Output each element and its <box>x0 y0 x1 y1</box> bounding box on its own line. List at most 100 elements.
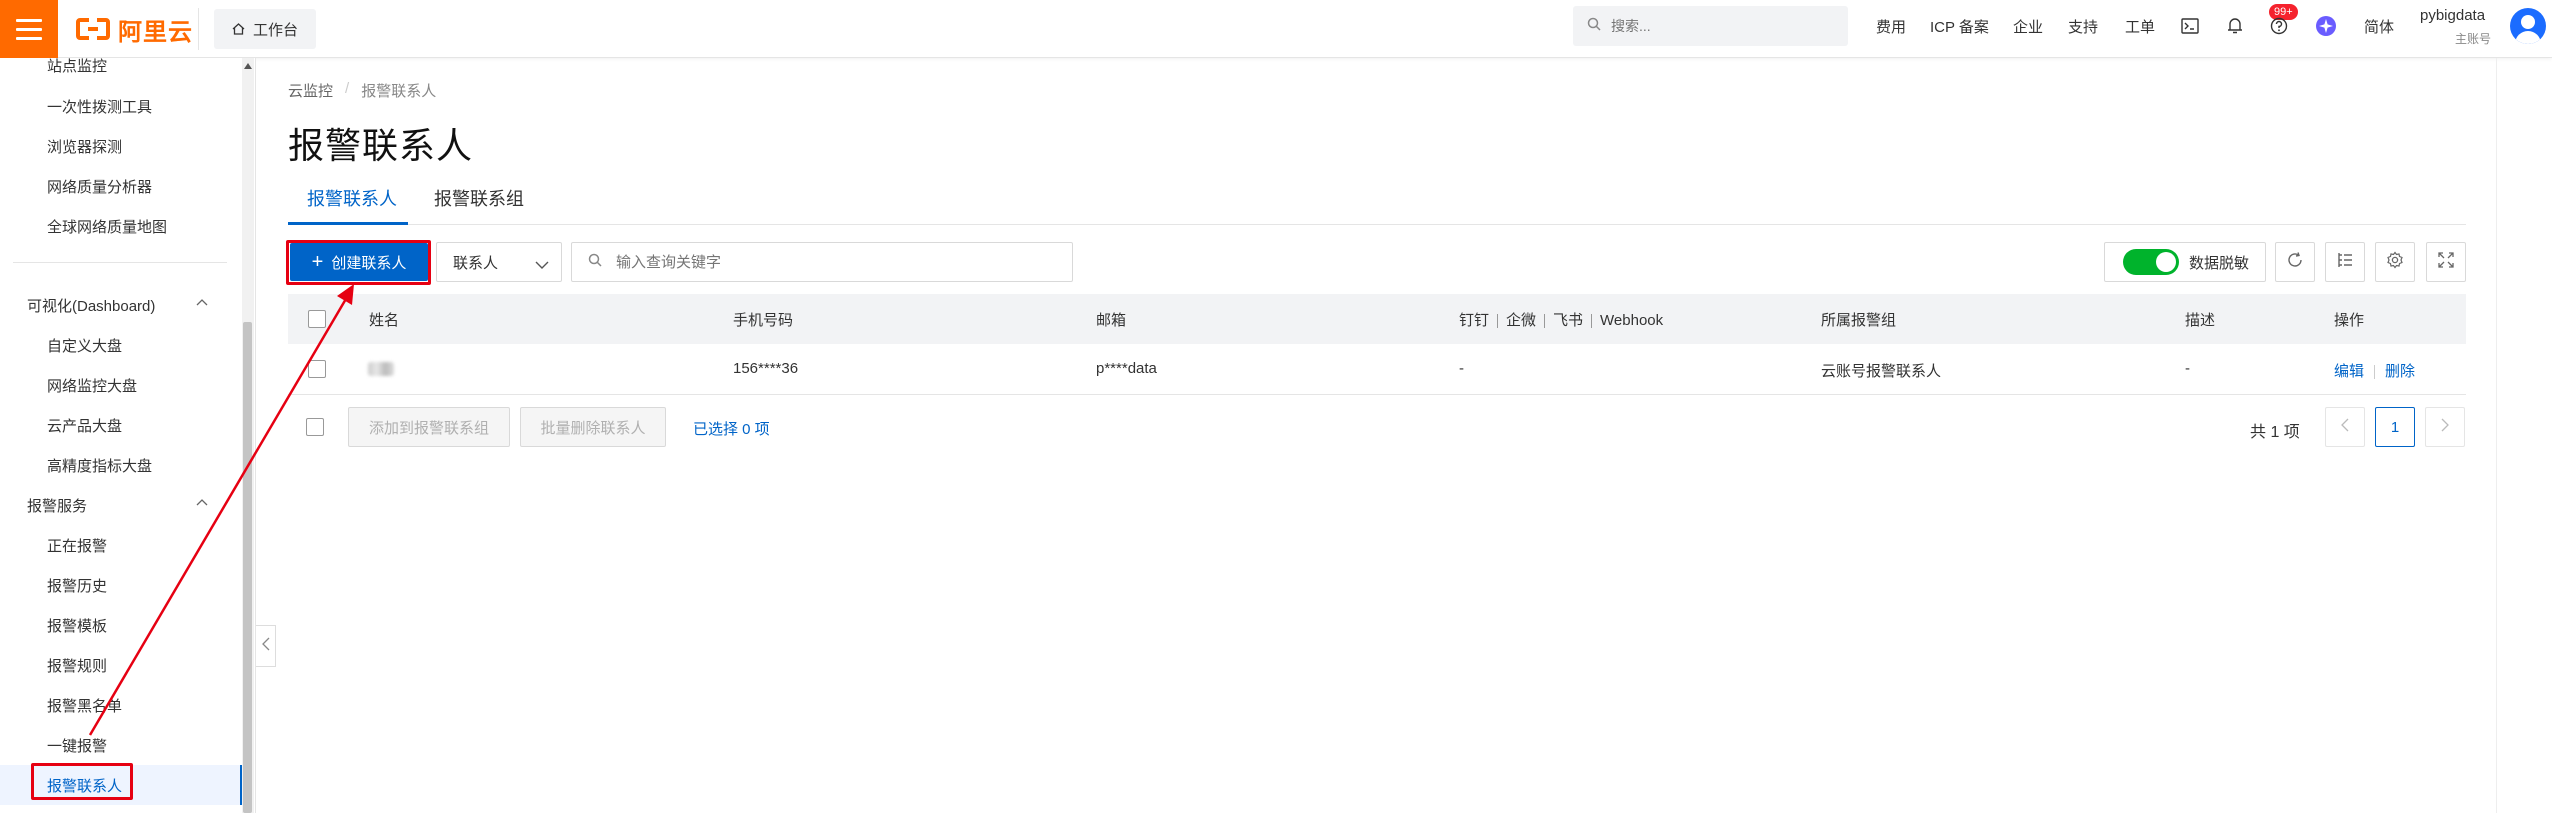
top-link-ticket[interactable]: 工单 <box>2125 16 2155 37</box>
aliyun-logo[interactable]: 阿里云 <box>76 13 193 46</box>
channel-dingtalk: 钉钉 <box>1459 312 1490 329</box>
table-header: 姓名 手机号码 邮箱 钉钉 企微 飞书 Webhook 所属报警组 描述 操作 <box>288 294 2466 344</box>
sidebar: 站点监控 一次性拨测工具 浏览器探测 网络质量分析器 全球网络质量地图 可视化(… <box>0 58 256 813</box>
global-search-input[interactable] <box>1611 18 1821 34</box>
divider <box>198 8 199 50</box>
footer-select-all-checkbox[interactable] <box>306 418 324 436</box>
sidebar-item-cloud-product-dashboard[interactable]: 云产品大盘 <box>47 415 122 436</box>
cell-channels: - <box>1459 360 1464 377</box>
data-masking-label: 数据脱敏 <box>2189 254 2250 272</box>
column-header-channels: 钉钉 企微 飞书 Webhook <box>1459 309 1663 330</box>
ai-assistant-icon[interactable] <box>2315 15 2337 37</box>
top-link-billing[interactable]: 费用 <box>1876 16 1906 37</box>
sidebar-item-alarm-rules[interactable]: 报警规则 <box>47 655 107 676</box>
column-header-operations: 操作 <box>2334 312 2365 329</box>
sidebar-item-network-analyzer[interactable]: 网络质量分析器 <box>47 176 152 197</box>
edit-link[interactable]: 编辑 <box>2334 363 2364 380</box>
chevron-right-icon <box>2441 418 2449 436</box>
data-masking-toggle[interactable]: 数据脱敏 <box>2104 242 2266 282</box>
channel-separator <box>1591 314 1593 329</box>
contact-search-input[interactable] <box>616 253 1056 271</box>
select-all-checkbox[interactable] <box>308 310 326 328</box>
user-role: 主账号 <box>2455 32 2492 46</box>
page-button-current[interactable]: 1 <box>2375 407 2415 447</box>
cell-phone: 156****36 <box>733 360 799 377</box>
column-settings-button[interactable] <box>2325 242 2365 282</box>
aliyun-logo-mark <box>76 17 110 41</box>
avatar-icon[interactable] <box>2510 8 2546 44</box>
breadcrumb-item-current: 报警联系人 <box>361 83 437 100</box>
hamburger-menu-icon[interactable] <box>0 0 58 58</box>
help-icon[interactable] <box>2268 15 2290 37</box>
contact-search[interactable] <box>571 242 1073 282</box>
fullscreen-button[interactable] <box>2426 242 2466 282</box>
language-switch[interactable]: 简体 <box>2364 16 2394 37</box>
toggle-switch[interactable] <box>2123 249 2179 275</box>
sidebar-item-one-click-alarm[interactable]: 一键报警 <box>47 735 107 756</box>
sidebar-item-high-precision-dashboard[interactable]: 高精度指标大盘 <box>47 455 152 476</box>
next-page-button[interactable] <box>2425 407 2465 447</box>
chevron-left-icon <box>2341 418 2349 436</box>
gear-icon <box>2386 251 2404 273</box>
sidebar-item-alarm-blacklist[interactable]: 报警黑名单 <box>47 695 122 716</box>
home-icon <box>232 23 245 35</box>
sidebar-collapse-button[interactable] <box>256 625 276 667</box>
selected-count: 已选择 0 项 <box>693 421 770 438</box>
top-link-enterprise[interactable]: 企业 <box>2013 16 2043 37</box>
refresh-button[interactable] <box>2275 242 2315 282</box>
sidebar-item-site-monitor[interactable]: 站点监控 <box>47 58 107 76</box>
sidebar-item-one-time-probe[interactable]: 一次性拨测工具 <box>47 96 152 117</box>
tab-alarm-contacts[interactable]: 报警联系人 <box>307 185 397 211</box>
sidebar-item-custom-dashboard[interactable]: 自定义大盘 <box>47 335 122 356</box>
top-navigation-bar: 阿里云 工作台 费用 ICP 备案 企业 支持 工单 99+ 简体 pybigd… <box>0 0 2552 58</box>
annotation-box-sidebar <box>31 763 133 800</box>
chevron-up-icon[interactable] <box>196 296 208 308</box>
sidebar-item-network-dashboard[interactable]: 网络监控大盘 <box>47 375 137 396</box>
delete-link[interactable]: 删除 <box>2385 363 2415 380</box>
sidebar-item-alarm-history[interactable]: 报警历史 <box>47 575 107 596</box>
user-name[interactable]: pybigdata <box>2420 7 2485 24</box>
top-link-support[interactable]: 支持 <box>2068 16 2098 37</box>
top-link-icp[interactable]: ICP 备案 <box>1930 16 1989 37</box>
prev-page-button[interactable] <box>2325 407 2365 447</box>
channel-wecom: 企微 <box>1506 312 1537 329</box>
chevron-up-icon[interactable] <box>196 496 208 508</box>
column-header-phone: 手机号码 <box>733 312 794 329</box>
refresh-icon <box>2286 251 2304 273</box>
sidebar-item-global-network-map[interactable]: 全球网络质量地图 <box>47 216 167 237</box>
search-type-select[interactable]: 联系人 <box>436 242 562 282</box>
row-checkbox[interactable] <box>308 360 326 378</box>
sidebar-group-alarm[interactable]: 报警服务 <box>27 495 87 516</box>
add-to-group-button[interactable]: 添加到报警联系组 <box>348 407 510 447</box>
chevron-down-icon <box>535 257 549 274</box>
tab-active-underline <box>288 222 408 225</box>
scroll-up-arrow-icon[interactable] <box>244 63 252 69</box>
settings-button[interactable] <box>2375 242 2415 282</box>
list-tree-icon <box>2336 251 2354 273</box>
sidebar-item-alarm-templates[interactable]: 报警模板 <box>47 615 107 636</box>
cell-operations: 编辑 删除 <box>2334 360 2415 381</box>
column-header-name: 姓名 <box>369 312 400 329</box>
sidebar-group-dashboard[interactable]: 可视化(Dashboard) <box>27 295 155 316</box>
brand-text: 阿里云 <box>118 18 193 46</box>
workbench-button[interactable]: 工作台 <box>214 9 316 49</box>
sidebar-scroll-thumb[interactable] <box>243 322 252 813</box>
cell-description: - <box>2185 360 2190 377</box>
cell-group: 云账号报警联系人 <box>1821 363 1942 380</box>
workbench-label: 工作台 <box>252 21 298 39</box>
sidebar-item-browser-probe[interactable]: 浏览器探测 <box>47 136 122 157</box>
sidebar-divider <box>13 262 227 263</box>
chevron-left-icon <box>261 637 270 655</box>
search-icon <box>588 253 602 271</box>
batch-delete-button[interactable]: 批量删除联系人 <box>520 407 666 447</box>
tab-alarm-contact-groups[interactable]: 报警联系组 <box>434 185 524 211</box>
breadcrumb-item-cloud-monitor[interactable]: 云监控 <box>288 80 333 101</box>
global-search[interactable] <box>1573 6 1848 46</box>
sidebar-item-active-alarms[interactable]: 正在报警 <box>47 535 107 556</box>
channel-separator <box>1544 314 1546 329</box>
annotation-box-create-button <box>286 240 431 285</box>
bell-icon[interactable] <box>2224 15 2246 37</box>
terminal-icon[interactable] <box>2179 15 2201 37</box>
blurred-name <box>368 362 394 376</box>
breadcrumb-separator: / <box>345 80 350 97</box>
